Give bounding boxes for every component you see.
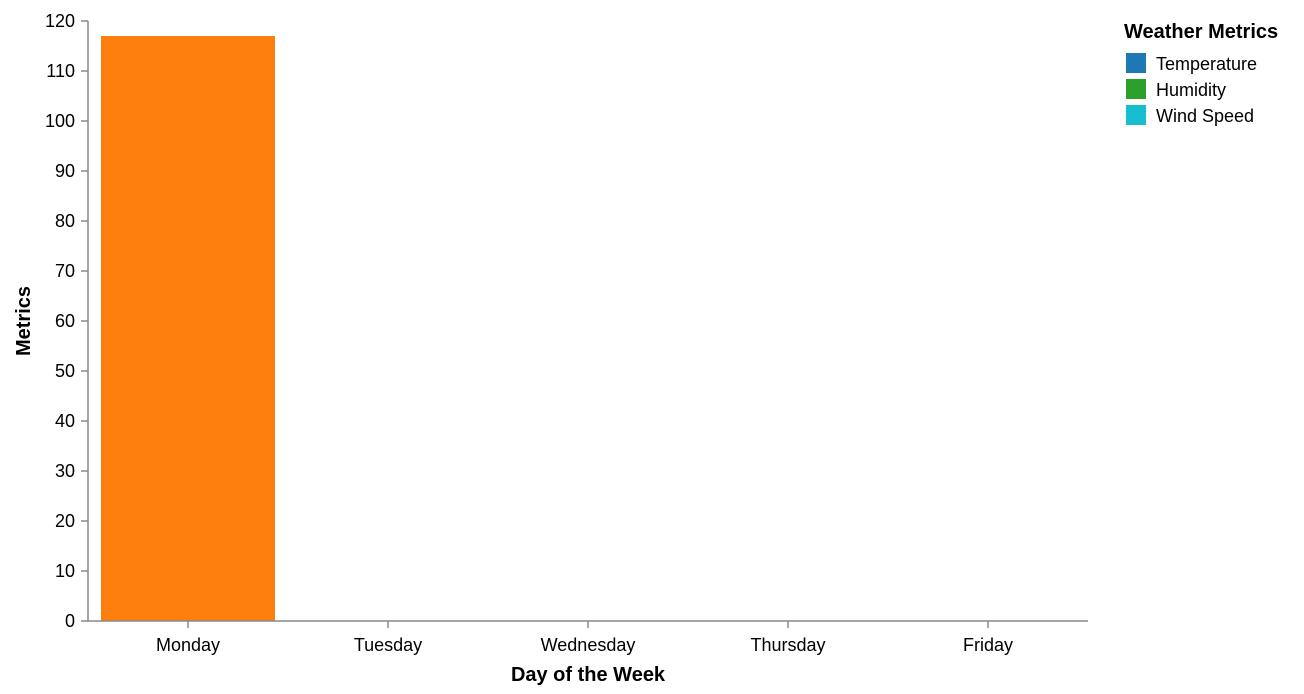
x-tick-label-tuesday: Tuesday <box>354 635 422 655</box>
bars-group <box>101 36 275 621</box>
legend-swatch-wind-speed <box>1126 105 1146 125</box>
y-tick-label: 120 <box>45 11 75 31</box>
y-tick-label: 10 <box>55 561 75 581</box>
bar-monday <box>101 36 275 621</box>
x-tick-label-friday: Friday <box>963 635 1013 655</box>
bar-chart: 0 10 20 30 40 50 60 70 80 90 100 110 120 Monday Tuesd… <box>13 11 1278 686</box>
y-tick-label: 90 <box>55 161 75 181</box>
y-tick-label: 20 <box>55 511 75 531</box>
chart-container: 0 10 20 30 40 50 60 70 80 90 100 110 120 Monday Tuesd… <box>0 0 1304 694</box>
legend-label-wind-speed: Wind Speed <box>1156 106 1254 126</box>
legend-items: Temperature Humidity Wind Speed <box>1126 53 1257 126</box>
y-axis: 0 10 20 30 40 50 60 70 80 90 100 110 120 <box>45 11 89 631</box>
y-tick-label: 50 <box>55 361 75 381</box>
x-axis: Monday Tuesday Wednesday Thursday Friday <box>88 620 1088 655</box>
y-tick-label: 40 <box>55 411 75 431</box>
y-tick-label: 60 <box>55 311 75 331</box>
y-ticks: 0 10 20 30 40 50 60 70 80 90 100 110 120 <box>45 11 88 631</box>
x-ticks: Monday Tuesday Wednesday Thursday Friday <box>156 621 1013 655</box>
y-tick-label: 110 <box>46 61 75 81</box>
x-tick-label-wednesday: Wednesday <box>541 635 636 655</box>
legend-title: Weather Metrics <box>1124 21 1278 43</box>
x-axis-title: Day of the Week <box>511 664 666 686</box>
y-tick-label: 100 <box>45 111 75 131</box>
y-tick-label: 0 <box>65 611 75 631</box>
y-tick-label: 30 <box>55 461 75 481</box>
y-tick-label: 70 <box>55 261 75 281</box>
legend-label-temperature: Temperature <box>1156 54 1257 74</box>
legend-swatch-temperature <box>1126 53 1146 73</box>
legend: Weather Metrics Temperature Humidity Wind … <box>1124 21 1278 126</box>
y-axis-title: Metrics <box>13 286 35 356</box>
legend-label-humidity: Humidity <box>1156 80 1226 100</box>
x-tick-label-monday: Monday <box>156 635 220 655</box>
y-tick-label: 80 <box>55 211 75 231</box>
legend-swatch-humidity <box>1126 79 1146 99</box>
x-tick-label-thursday: Thursday <box>750 635 825 655</box>
